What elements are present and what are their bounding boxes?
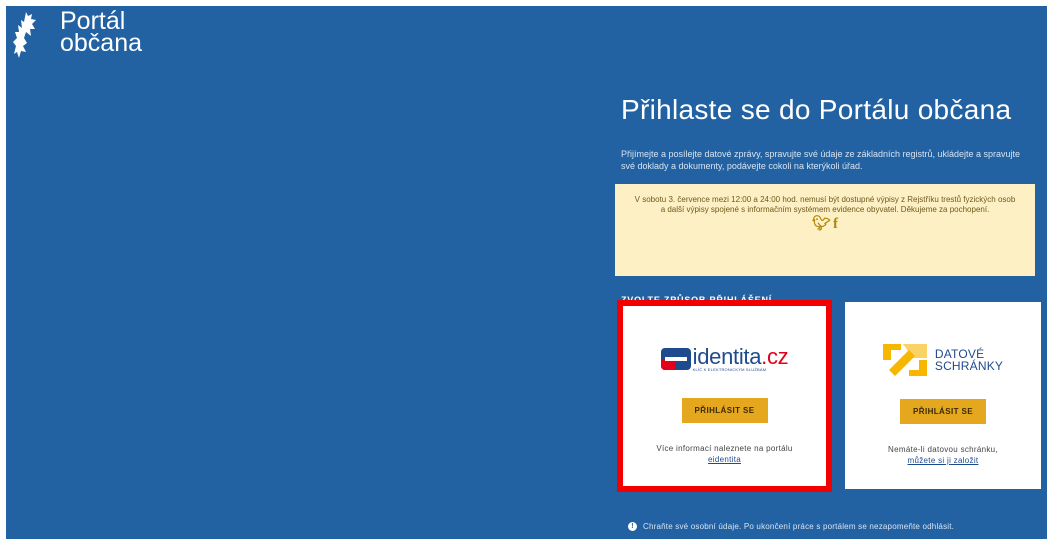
page-title: Přihlaste se do Portálu občana	[621, 94, 1012, 125]
intro-text: Přijímejte a posílejte datové zprávy, sp…	[621, 149, 1021, 171]
datove-schranky-login-button[interactable]: PŘIHLÁSIT SE	[900, 399, 986, 424]
eidentita-logo-tld: .cz	[761, 343, 789, 369]
eidentita-desc: Více informací naleznete na portálu eide…	[623, 443, 826, 465]
datove-schranky-arrows-icon	[882, 344, 927, 376]
eidentita-desc-text: Více informací naleznete na portálu	[656, 444, 793, 453]
datove-schranky-desc-text: Nemáte-li datovou schránku,	[888, 445, 998, 454]
facebook-icon[interactable]: f	[833, 216, 838, 232]
social-links: 🐦︎ f	[633, 216, 1017, 232]
brand-name: Portál občana	[60, 9, 143, 57]
info-icon: !	[628, 522, 637, 531]
eidentita-logo-name: identita	[692, 343, 762, 369]
security-note-text: Chraňte své osobní údaje. Po ukončení pr…	[643, 522, 955, 531]
eidentita-e-icon	[660, 348, 691, 370]
security-note: ! Chraňte své osobní údaje. Po ukončení …	[628, 522, 954, 531]
eidentita-login-button[interactable]: PŘIHLÁSIT SE	[681, 398, 768, 423]
notice-text: V sobotu 3. července mezi 12:00 a 24:00 …	[634, 195, 1016, 214]
eidentita-logo: identita.cz KLÍČ K ELEKTRONICKÝM SLUŽBÁM	[623, 342, 826, 376]
datove-schranky-logo: DATOVÉ SCHRÁNKY	[845, 343, 1041, 377]
datove-schranky-card: DATOVÉ SCHRÁNKY PŘIHLÁSIT SE Nemáte-li d…	[845, 302, 1041, 489]
czech-lion-emblem-icon	[13, 12, 36, 58]
twitter-icon[interactable]: 🐦︎	[812, 215, 831, 232]
datove-schranky-desc: Nemáte-li datovou schránku, můžete si ji…	[845, 444, 1041, 466]
page-background: Portál občana Přihlaste se do Portálu ob…	[6, 6, 1047, 539]
brand-line-2: občana	[60, 29, 143, 57]
eidentita-card: identita.cz KLÍČ K ELEKTRONICKÝM SLUŽBÁM…	[617, 300, 832, 492]
datove-schranky-logo-line2: SCHRÁNKY	[934, 359, 1004, 373]
login-panel: Přihlaste se do Portálu občana Přijímejt…	[615, 88, 1035, 305]
notice-banner: V sobotu 3. července mezi 12:00 a 24:00 …	[615, 184, 1035, 276]
site-logo[interactable]: Portál občana	[12, 9, 143, 62]
datove-schranky-link[interactable]: můžete si ji založit	[908, 456, 979, 465]
eidentita-link[interactable]: eidentita	[708, 455, 741, 464]
